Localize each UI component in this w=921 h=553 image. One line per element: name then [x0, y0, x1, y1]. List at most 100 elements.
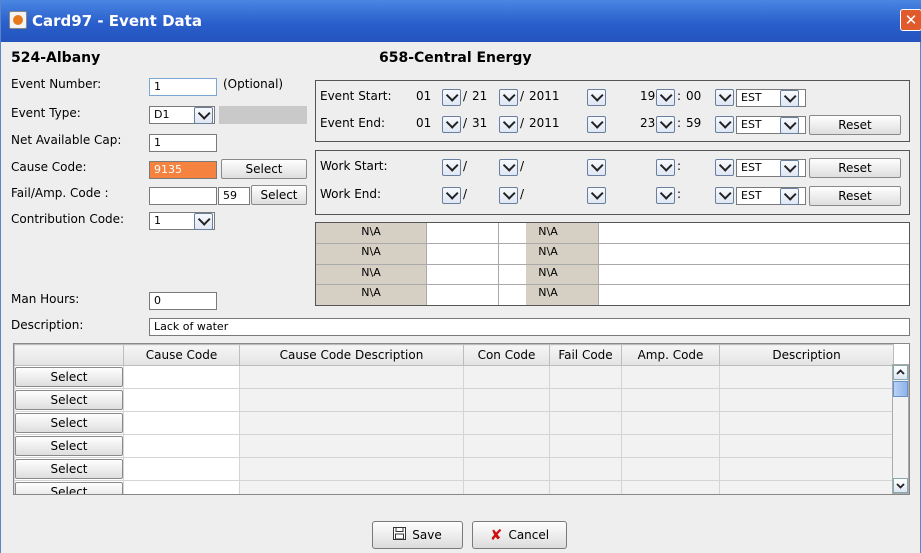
work-start-day-chevron-down-icon[interactable] — [499, 159, 518, 176]
event-start-hour: 19 — [640, 89, 656, 103]
event-end-tz-chevron-down-icon[interactable] — [780, 117, 799, 134]
work-end-tz-chevron-down-icon[interactable] — [780, 188, 799, 205]
event-start-label: Event Start: — [320, 89, 392, 103]
table-scrollbar[interactable] — [892, 364, 909, 494]
cause-code-input[interactable]: 9135 — [149, 161, 217, 179]
separator: : — [677, 187, 682, 201]
event-start-hour-chevron-down-icon[interactable] — [656, 89, 675, 106]
description-input[interactable]: Lack of water — [149, 318, 910, 336]
event-start-year-chevron-down-icon[interactable] — [587, 89, 606, 106]
work-end-month-chevron-down-icon[interactable] — [442, 187, 461, 204]
separator: / — [520, 187, 525, 201]
event-end-month-chevron-down-icon[interactable] — [442, 116, 461, 133]
column-header: Fail Code — [549, 344, 622, 366]
work-end-day-chevron-down-icon[interactable] — [499, 187, 518, 204]
event-type-chevron-down-icon[interactable] — [194, 107, 213, 124]
separator: / — [520, 159, 525, 173]
amp-code-input[interactable]: 59 — [218, 187, 250, 205]
column-header: Description — [719, 344, 894, 366]
title-bar: Card97 - Event Data ✕ — [1, 0, 921, 42]
event-start-day-chevron-down-icon[interactable] — [499, 89, 518, 106]
save-button[interactable]: Save — [372, 521, 463, 549]
event-start-tz-chevron-down-icon[interactable] — [780, 90, 799, 107]
description-label: Description: — [11, 318, 84, 332]
cancel-label: Cancel — [508, 528, 550, 542]
work-end-tz: EST — [741, 189, 762, 202]
unit-left-name: 524-Albany — [11, 50, 101, 66]
na-cell: N\A — [361, 286, 381, 299]
cause-code-select-button[interactable]: Select — [221, 159, 307, 179]
event-number-input[interactable]: 1 — [149, 78, 217, 96]
column-header — [14, 344, 124, 366]
work-start-tz: EST — [741, 161, 762, 174]
scroll-thumb[interactable] — [893, 381, 908, 397]
net-available-cap-input[interactable]: 1 — [149, 134, 217, 152]
fail-code-input[interactable] — [149, 187, 217, 205]
work-end-minute-chevron-down-icon[interactable] — [715, 187, 734, 204]
man-hours-input[interactable]: 0 — [149, 292, 217, 310]
na-cell: N\A — [361, 245, 381, 258]
floppy-disk-icon — [393, 523, 407, 549]
work-start-reset-button[interactable]: Reset — [809, 158, 901, 178]
event-end-year: 2011 — [529, 116, 560, 130]
na-cell: N\A — [361, 266, 381, 279]
table-row: Select — [14, 365, 894, 389]
event-end-hour: 23 — [640, 116, 656, 130]
separator: : — [677, 89, 682, 103]
event-reset-button[interactable]: Reset — [809, 115, 901, 135]
event-start-minute-chevron-down-icon[interactable] — [715, 89, 734, 106]
event-data-window: Card97 - Event Data ✕ 524-Albany 658-Cen… — [0, 0, 921, 553]
event-end-day-chevron-down-icon[interactable] — [499, 116, 518, 133]
unit-right-name: 658-Central Energy — [379, 50, 532, 66]
man-hours-label: Man Hours: — [11, 292, 80, 306]
work-start-year-chevron-down-icon[interactable] — [587, 159, 606, 176]
work-start-tz-chevron-down-icon[interactable] — [780, 160, 799, 177]
cause-code-table-container: Cause Code Cause Code Description Con Co… — [13, 343, 910, 495]
na-grid: N\A N\A N\A N\A N\A N\A N\A N\A — [315, 222, 910, 306]
event-end-label: Event End: — [320, 116, 386, 130]
cause-code-table: Cause Code Cause Code Description Con Co… — [14, 344, 894, 494]
table-row: Select — [14, 480, 894, 494]
work-start-hour-chevron-down-icon[interactable] — [656, 159, 675, 176]
scroll-down-icon[interactable] — [893, 478, 908, 493]
row-select-button[interactable]: Select — [15, 482, 123, 494]
work-end-hour-chevron-down-icon[interactable] — [656, 187, 675, 204]
fail-code-select-button[interactable]: Select — [251, 185, 307, 205]
event-end-hour-chevron-down-icon[interactable] — [656, 116, 675, 133]
close-icon[interactable]: ✕ — [900, 9, 921, 31]
event-end-month: 01 — [416, 116, 432, 130]
work-end-reset-button[interactable]: Reset — [809, 186, 901, 206]
separator: / — [520, 116, 525, 130]
contribution-code-value: 1 — [154, 214, 161, 227]
event-type-label: Event Type: — [11, 106, 81, 120]
row-select-button[interactable]: Select — [15, 413, 123, 433]
event-end-year-chevron-down-icon[interactable] — [587, 116, 606, 133]
fail-amp-code-label: Fail/Amp. Code : — [11, 186, 109, 200]
event-number-label: Event Number: — [11, 77, 102, 91]
scroll-up-icon[interactable] — [893, 365, 908, 380]
table-row: Select — [14, 411, 894, 435]
table-row: Select — [14, 457, 894, 481]
separator: / — [463, 116, 468, 130]
event-end-day: 31 — [472, 116, 488, 130]
separator: : — [677, 159, 682, 173]
window-title: Card97 - Event Data — [32, 12, 202, 30]
work-start-minute-chevron-down-icon[interactable] — [715, 159, 734, 176]
save-label: Save — [412, 528, 442, 542]
contribution-chevron-down-icon[interactable] — [194, 213, 213, 230]
row-select-button[interactable]: Select — [15, 436, 123, 456]
row-select-button[interactable]: Select — [15, 367, 123, 387]
cancel-button[interactable]: ✘ Cancel — [472, 521, 567, 549]
table-row: Select — [14, 434, 894, 458]
row-select-button[interactable]: Select — [15, 390, 123, 410]
event-start-tz: EST — [741, 91, 762, 104]
event-end-minute-chevron-down-icon[interactable] — [715, 116, 734, 133]
separator: / — [463, 187, 468, 201]
work-start-month-chevron-down-icon[interactable] — [442, 159, 461, 176]
work-end-year-chevron-down-icon[interactable] — [587, 187, 606, 204]
na-cell: N\A — [538, 225, 558, 238]
event-end-tz: EST — [741, 118, 762, 131]
row-select-button[interactable]: Select — [15, 459, 123, 479]
net-available-cap-label: Net Available Cap: — [11, 133, 122, 147]
event-start-month-chevron-down-icon[interactable] — [442, 89, 461, 106]
